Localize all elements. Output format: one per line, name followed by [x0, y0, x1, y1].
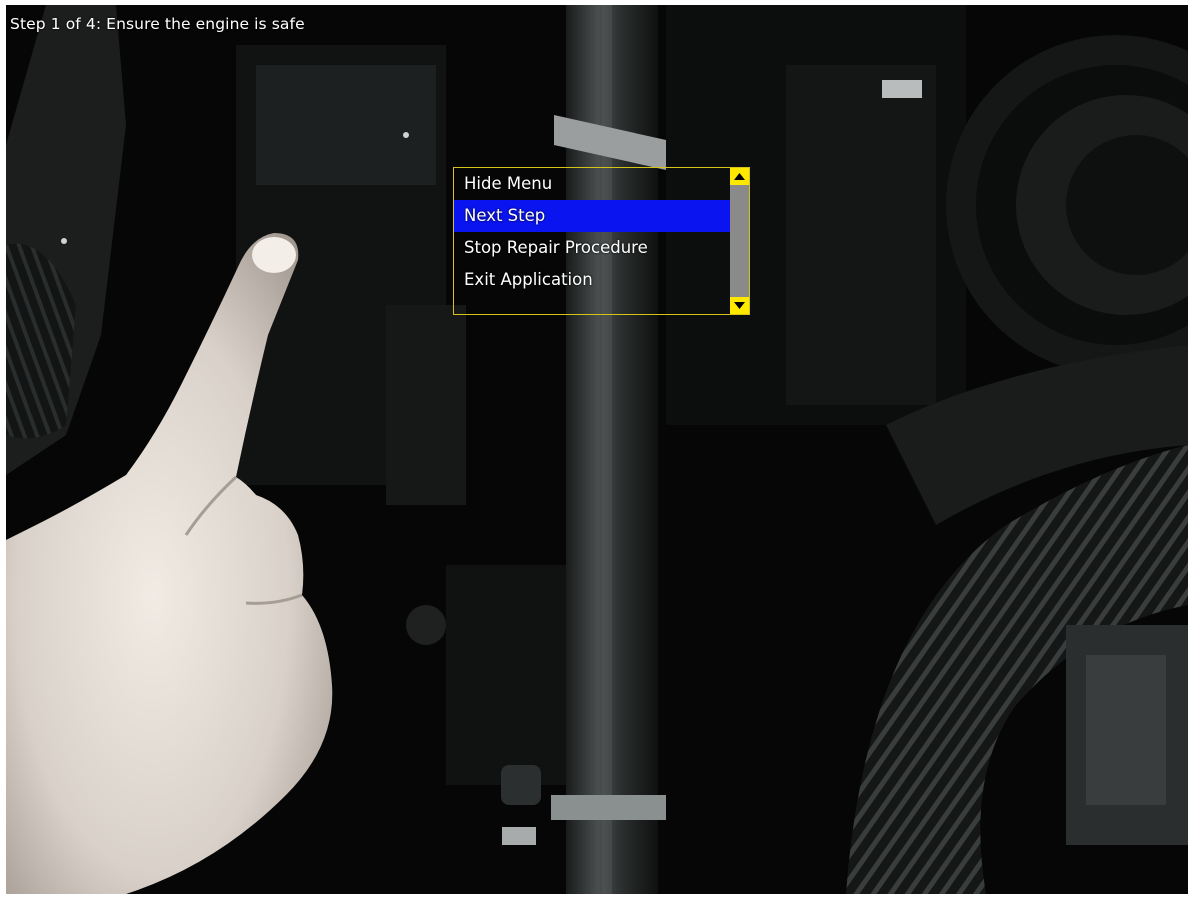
triangle-up-icon — [734, 173, 745, 180]
scroll-up-button[interactable] — [730, 168, 749, 185]
menu-scrollbar[interactable] — [730, 168, 749, 314]
menu-item-stop-repair-procedure[interactable]: Stop Repair Procedure — [454, 232, 731, 264]
triangle-down-icon — [734, 302, 745, 309]
camera-view: Step 1 of 4: Ensure the engine is safe H… — [6, 5, 1188, 894]
step-instruction-label: Step 1 of 4: Ensure the engine is safe — [10, 15, 305, 33]
menu-item-hide-menu[interactable]: Hide Menu — [454, 168, 731, 200]
menu-item-exit-application[interactable]: Exit Application — [454, 264, 731, 296]
engine-camera-image — [6, 5, 1188, 894]
scroll-down-button[interactable] — [730, 297, 749, 314]
menu-list: Hide Menu Next Step Stop Repair Procedur… — [454, 168, 731, 296]
context-menu: Hide Menu Next Step Stop Repair Procedur… — [453, 167, 750, 315]
menu-item-next-step[interactable]: Next Step — [454, 200, 731, 232]
